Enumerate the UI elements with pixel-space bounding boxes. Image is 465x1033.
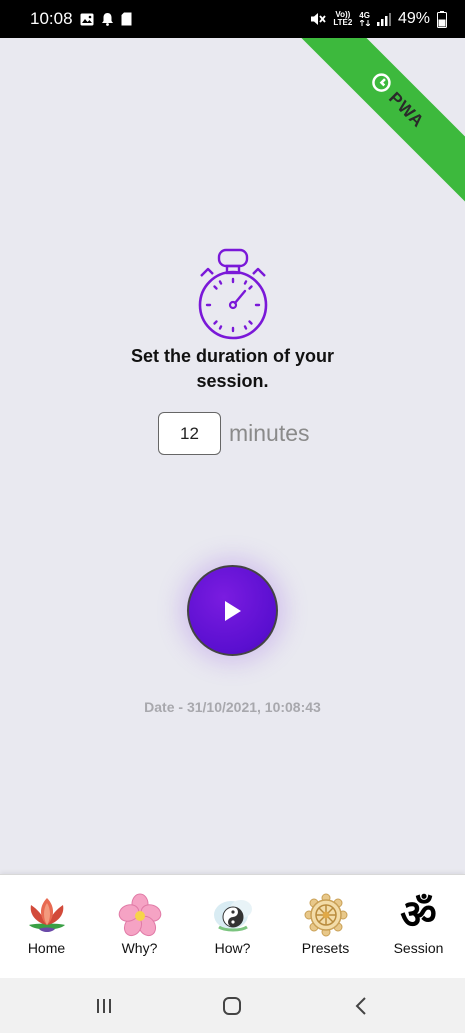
status-right: Vo)) LTE2 4G 49% (310, 10, 447, 28)
minutes-label: minutes (229, 420, 310, 446)
network-4g-indicator: 4G (359, 12, 370, 26)
network-4g-text: 4G (359, 11, 370, 20)
gallery-icon (80, 13, 94, 26)
back-chevron-icon (355, 996, 366, 1015)
sd-card-icon (121, 12, 132, 26)
nav-item-home[interactable]: Home (0, 875, 93, 979)
nav-item-session[interactable]: ॐ Session (372, 875, 465, 979)
dharma-wheel-icon (304, 893, 348, 937)
nav-label-session: Session (393, 940, 444, 956)
nav-item-presets[interactable]: Presets (279, 875, 372, 979)
home-button[interactable] (212, 986, 252, 1026)
play-icon (224, 600, 241, 621)
lte-text: LTE2 (333, 18, 353, 27)
home-square-icon (223, 996, 242, 1015)
play-button[interactable] (187, 565, 278, 656)
signal-icon (376, 12, 391, 26)
duration-input[interactable] (158, 412, 221, 455)
battery-percent: 49% (397, 10, 430, 27)
yin-yang-icon (211, 893, 255, 937)
back-button[interactable] (341, 986, 381, 1026)
nav-label-why: Why? (121, 940, 158, 956)
lotus-icon (25, 893, 69, 937)
prompt-line-1: Set the duration of your (130, 346, 334, 366)
prompt-line-2: session. (196, 371, 269, 391)
session-date: Date - 31/10/2021, 10:08:43 (144, 699, 321, 715)
bottom-nav: Home Why? How? Presets ॐ Session (0, 874, 465, 979)
volte-indicator: Vo)) LTE2 (333, 11, 352, 27)
nav-label-home: Home (27, 940, 66, 956)
stopwatch-icon (195, 247, 271, 346)
pwa-ribbon[interactable]: PWA (288, 38, 465, 210)
session-screen: PWA Set the duration of your session. 12… (0, 38, 465, 874)
android-nav-bar (0, 978, 465, 1033)
om-icon: ॐ (397, 893, 441, 937)
nav-label-presets: Presets (301, 940, 350, 956)
recent-apps-button[interactable] (84, 986, 124, 1026)
flower-icon (118, 893, 162, 937)
mute-icon (310, 12, 327, 26)
battery-icon (437, 10, 447, 28)
duration-prompt: Set the duration of your session. (0, 344, 465, 394)
recent-apps-icon (97, 998, 112, 1013)
status-bar: 10:08 Vo)) LTE2 4G 49% (0, 0, 465, 38)
duration-row: minutes (158, 412, 310, 455)
nav-item-why[interactable]: Why? (93, 875, 186, 979)
notification-bell-icon (101, 12, 114, 26)
status-left: 10:08 (30, 9, 132, 29)
nav-item-how[interactable]: How? (186, 875, 279, 979)
status-time: 10:08 (30, 9, 73, 28)
om-glyph: ॐ (400, 892, 437, 938)
nav-label-how: How? (214, 940, 251, 956)
pwa-label: PWA (385, 88, 429, 132)
